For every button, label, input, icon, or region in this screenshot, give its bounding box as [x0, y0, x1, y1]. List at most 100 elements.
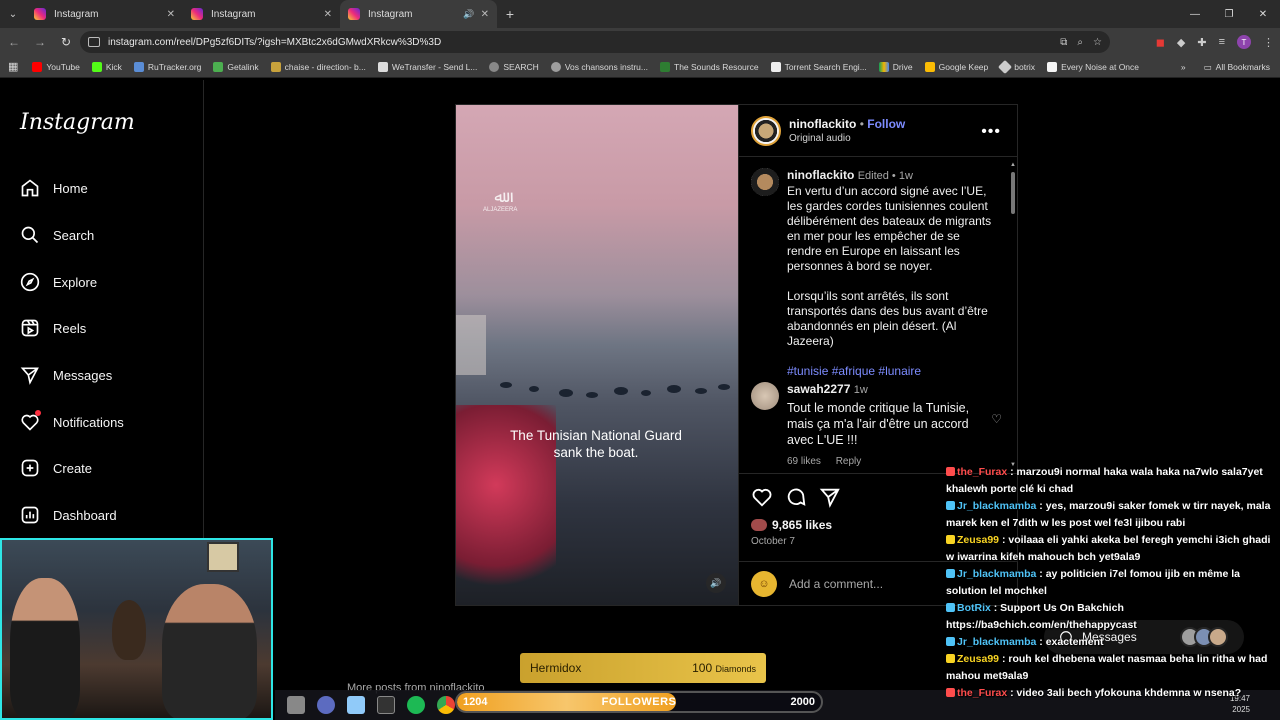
kick-icon: [91, 61, 102, 72]
address-bar[interactable]: instagram.com/reel/DPg5zf6DITs/?igsh=MXB…: [80, 31, 1110, 53]
reels-icon: [21, 319, 39, 337]
folder-icon: ▭: [1203, 61, 1212, 72]
close-window-icon[interactable]: ✕: [1246, 0, 1280, 28]
extensions-puzzle-icon[interactable]: ✚: [1197, 36, 1206, 49]
likes-count[interactable]: 9,865 likes: [751, 518, 832, 532]
reload-icon[interactable]: ↻: [54, 30, 78, 54]
sidebar-item-search[interactable]: Search: [20, 225, 94, 245]
sidebar-item-home[interactable]: Home: [20, 178, 88, 198]
sidebar-item-label: Home: [53, 180, 88, 196]
bookmark-wetransfer[interactable]: WeTransfer - Send L...: [377, 61, 477, 72]
bookmark-label: YouTube: [46, 61, 80, 72]
scroll-up-icon[interactable]: ▲: [1010, 162, 1016, 168]
bookmark-rutracker[interactable]: RuTracker.org: [133, 61, 201, 72]
browser-menu-icon[interactable]: ⋮: [1263, 36, 1274, 49]
bookmark-chaise[interactable]: chaise - direction- b...: [270, 61, 366, 72]
app-icon[interactable]: [287, 696, 305, 714]
zoom-icon[interactable]: ⌕: [1077, 37, 1083, 48]
scrollbar-thumb[interactable]: [1011, 172, 1015, 214]
share-send-icon[interactable]: [819, 486, 841, 508]
bookmark-torrent-search[interactable]: Torrent Search Engi...: [770, 61, 867, 72]
forward-icon[interactable]: →: [28, 30, 52, 54]
bookmark-botrix[interactable]: botrix: [998, 59, 1035, 74]
extension-icon[interactable]: ◼: [1156, 36, 1165, 49]
search-bookmark-icon: [489, 61, 500, 72]
volume-icon[interactable]: 🔊: [706, 573, 726, 593]
apps-icon[interactable]: ▦: [8, 60, 18, 73]
bookmark-drive[interactable]: Drive: [878, 61, 913, 72]
site-info-icon[interactable]: [88, 37, 100, 47]
app-icon[interactable]: [317, 696, 335, 714]
comment-likes[interactable]: 69 likes: [787, 456, 821, 467]
follow-button[interactable]: Follow: [867, 117, 905, 131]
comment-bubble-icon[interactable]: [785, 486, 807, 508]
tab-audio-icon[interactable]: 🔊: [463, 9, 474, 20]
caption-username[interactable]: ninoflackito: [787, 168, 854, 182]
app-icon[interactable]: [347, 696, 365, 714]
bookmark-label: Getalink: [227, 61, 259, 72]
browser-tab-3-active[interactable]: Instagram 🔊 ✕: [340, 0, 497, 28]
bookmark-sounds-resource[interactable]: The Sounds Resource: [660, 61, 759, 72]
profile-avatar[interactable]: T: [1237, 35, 1251, 49]
install-app-icon[interactable]: ⧉: [1060, 37, 1067, 48]
emoji-icon[interactable]: ☺: [751, 570, 777, 597]
bookmark-kick[interactable]: Kick: [91, 61, 122, 72]
comments-scrollbar[interactable]: ▲ ▼: [1010, 162, 1016, 468]
bookmark-google-keep[interactable]: Google Keep: [924, 61, 988, 72]
bookmark-getalink[interactable]: Getalink: [213, 61, 259, 72]
overflow-chevron-icon[interactable]: »: [1181, 62, 1186, 72]
streamer-2: [162, 584, 257, 718]
reply-button[interactable]: Reply: [836, 456, 862, 467]
bookmark-youtube[interactable]: YouTube: [32, 61, 80, 72]
spotify-icon[interactable]: [407, 696, 425, 714]
comment-username[interactable]: sawah2277: [787, 382, 850, 396]
all-bookmarks[interactable]: » ▭ All Bookmarks: [1181, 56, 1270, 78]
chat-message: Jr_blackmamba : ay politicien i7el fomou…: [944, 566, 1280, 600]
close-tab-icon[interactable]: ✕: [167, 9, 175, 20]
bookmark-every-noise[interactable]: Every Noise at Once: [1047, 61, 1139, 72]
comment-like-heart-icon[interactable]: ♡: [991, 412, 1002, 426]
sidebar-item-notifications[interactable]: Notifications: [20, 410, 124, 432]
comment-time: 1w: [853, 384, 868, 396]
new-tab-button[interactable]: +: [497, 6, 523, 22]
bookmark-chansons[interactable]: Vos chansons instru...: [550, 61, 648, 72]
hashtags[interactable]: #tunisie #afrique #lunaire: [787, 364, 997, 379]
extension-icon[interactable]: ◆: [1177, 36, 1185, 49]
commenter-avatar[interactable]: [751, 382, 779, 410]
comment-input[interactable]: [789, 576, 939, 591]
restore-icon[interactable]: ❐: [1212, 0, 1246, 28]
bookmark-search[interactable]: SEARCH: [489, 61, 539, 72]
close-tab-icon[interactable]: ✕: [481, 9, 489, 20]
bookmark-star-icon[interactable]: ☆: [1093, 37, 1102, 48]
more-options-icon[interactable]: •••: [981, 123, 1001, 141]
rutracker-icon: [133, 61, 144, 72]
sidebar-item-create[interactable]: Create: [20, 458, 92, 478]
sidebar-item-messages[interactable]: Messages: [20, 365, 112, 385]
chrome-icon[interactable]: [437, 696, 455, 714]
sidebar-item-dashboard[interactable]: Dashboard: [20, 505, 117, 525]
author-username[interactable]: ninoflackito: [789, 117, 856, 131]
sidebar-item-explore[interactable]: Explore: [20, 272, 97, 292]
chat-username: the_Furax: [957, 687, 1008, 699]
every-noise-icon: [1047, 61, 1058, 72]
author-avatar[interactable]: [751, 115, 781, 146]
stream-chat-overlay: the_Furax : marzou9i normal haka wala ha…: [944, 464, 1280, 720]
tab-search-button[interactable]: ⌄: [0, 0, 26, 28]
sidebar-item-reels[interactable]: Reels: [20, 318, 86, 338]
reel-video[interactable]: ﷲ ALJAZEERA The Tunisian National Guard …: [456, 105, 738, 605]
like-heart-icon[interactable]: [751, 486, 773, 508]
browser-tab-1[interactable]: Instagram ✕: [26, 0, 183, 28]
liker-avatar: [751, 519, 767, 531]
back-icon[interactable]: ←: [2, 30, 26, 54]
close-tab-icon[interactable]: ✕: [324, 9, 332, 20]
media-control-icon[interactable]: ≡: [1219, 36, 1225, 48]
chat-username: Jr_blackmamba: [957, 636, 1037, 648]
author-avatar[interactable]: [751, 168, 779, 196]
app-icon[interactable]: [377, 696, 395, 714]
original-audio-link[interactable]: Original audio: [789, 133, 905, 144]
instagram-logo[interactable]: Instagram: [20, 110, 135, 135]
minimize-icon[interactable]: —: [1178, 0, 1212, 28]
sidebar-item-label: Explore: [53, 274, 98, 290]
browser-tab-2[interactable]: Instagram ✕: [183, 0, 340, 28]
streamer-1: [10, 578, 80, 718]
